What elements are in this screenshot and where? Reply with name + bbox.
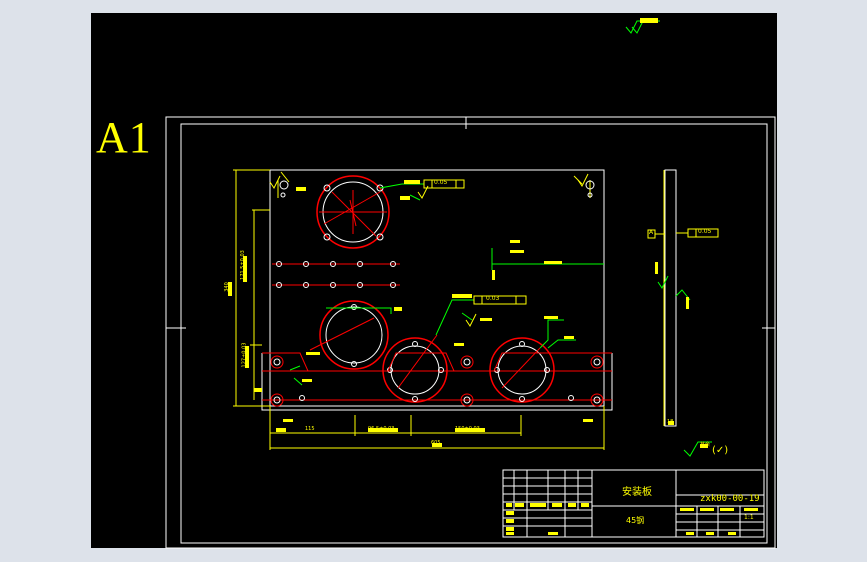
bottom-profile — [262, 352, 612, 372]
dim-hole-spacing-2: 150±0.03 — [455, 426, 480, 432]
dim-left-offset: 115 — [305, 426, 315, 432]
leader-lines-top — [323, 191, 381, 237]
roughness-general-symbol: (✓) — [712, 445, 729, 456]
sheet-size-label: A1 — [96, 113, 152, 162]
cad-viewport[interactable]: A1 安装板 45钢 zxk00-00-19 1:1 其余 (✓) A 0.05… — [0, 0, 867, 562]
dim-overall-height: 340 — [223, 282, 230, 292]
dim-vertical-1: 171.5±0.03 — [239, 250, 246, 280]
title-block-material: 45钢 — [626, 516, 645, 525]
tolerance-value-side: 0.05 — [698, 228, 712, 235]
side-view-outline — [664, 169, 677, 427]
bore-bottom-1 — [382, 334, 448, 403]
roughness-symbols-drawing — [269, 173, 589, 327]
drawing-frame — [180, 123, 768, 544]
dim-thickness: 18 — [667, 419, 674, 425]
side-view-marks — [655, 262, 691, 425]
title-block-drawing-number: zxk00-00-19 — [700, 494, 760, 504]
dim-vertical-2: 127±0.03 — [241, 342, 248, 368]
dim-overall-width: 605 — [431, 440, 441, 446]
tolerance-value-mid: 0.03 — [486, 295, 500, 302]
label-glyphs — [296, 180, 574, 382]
tolerance-frame-mid — [473, 295, 527, 305]
roughness-value-top — [640, 18, 658, 23]
dim-hole-spacing-1: 96.5±0.03 — [368, 426, 395, 432]
bore-middle-left — [309, 300, 389, 370]
title-block-scale: 1:1 — [744, 514, 754, 521]
bore-bottom-2 — [489, 337, 555, 403]
hole-row-upper — [272, 261, 400, 267]
sheet-outer-border — [165, 116, 776, 549]
drawing-svg — [165, 18, 776, 549]
title-block-part-name: 安装板 — [622, 487, 652, 498]
hole-row-lower — [272, 282, 400, 288]
bolt-holes-top — [279, 180, 595, 241]
tolerance-value-top: 0.05 — [434, 179, 448, 186]
datum-label-side: A — [649, 229, 654, 236]
dimension-lines — [233, 169, 605, 450]
roughness-general-note: 其余 — [700, 442, 711, 448]
